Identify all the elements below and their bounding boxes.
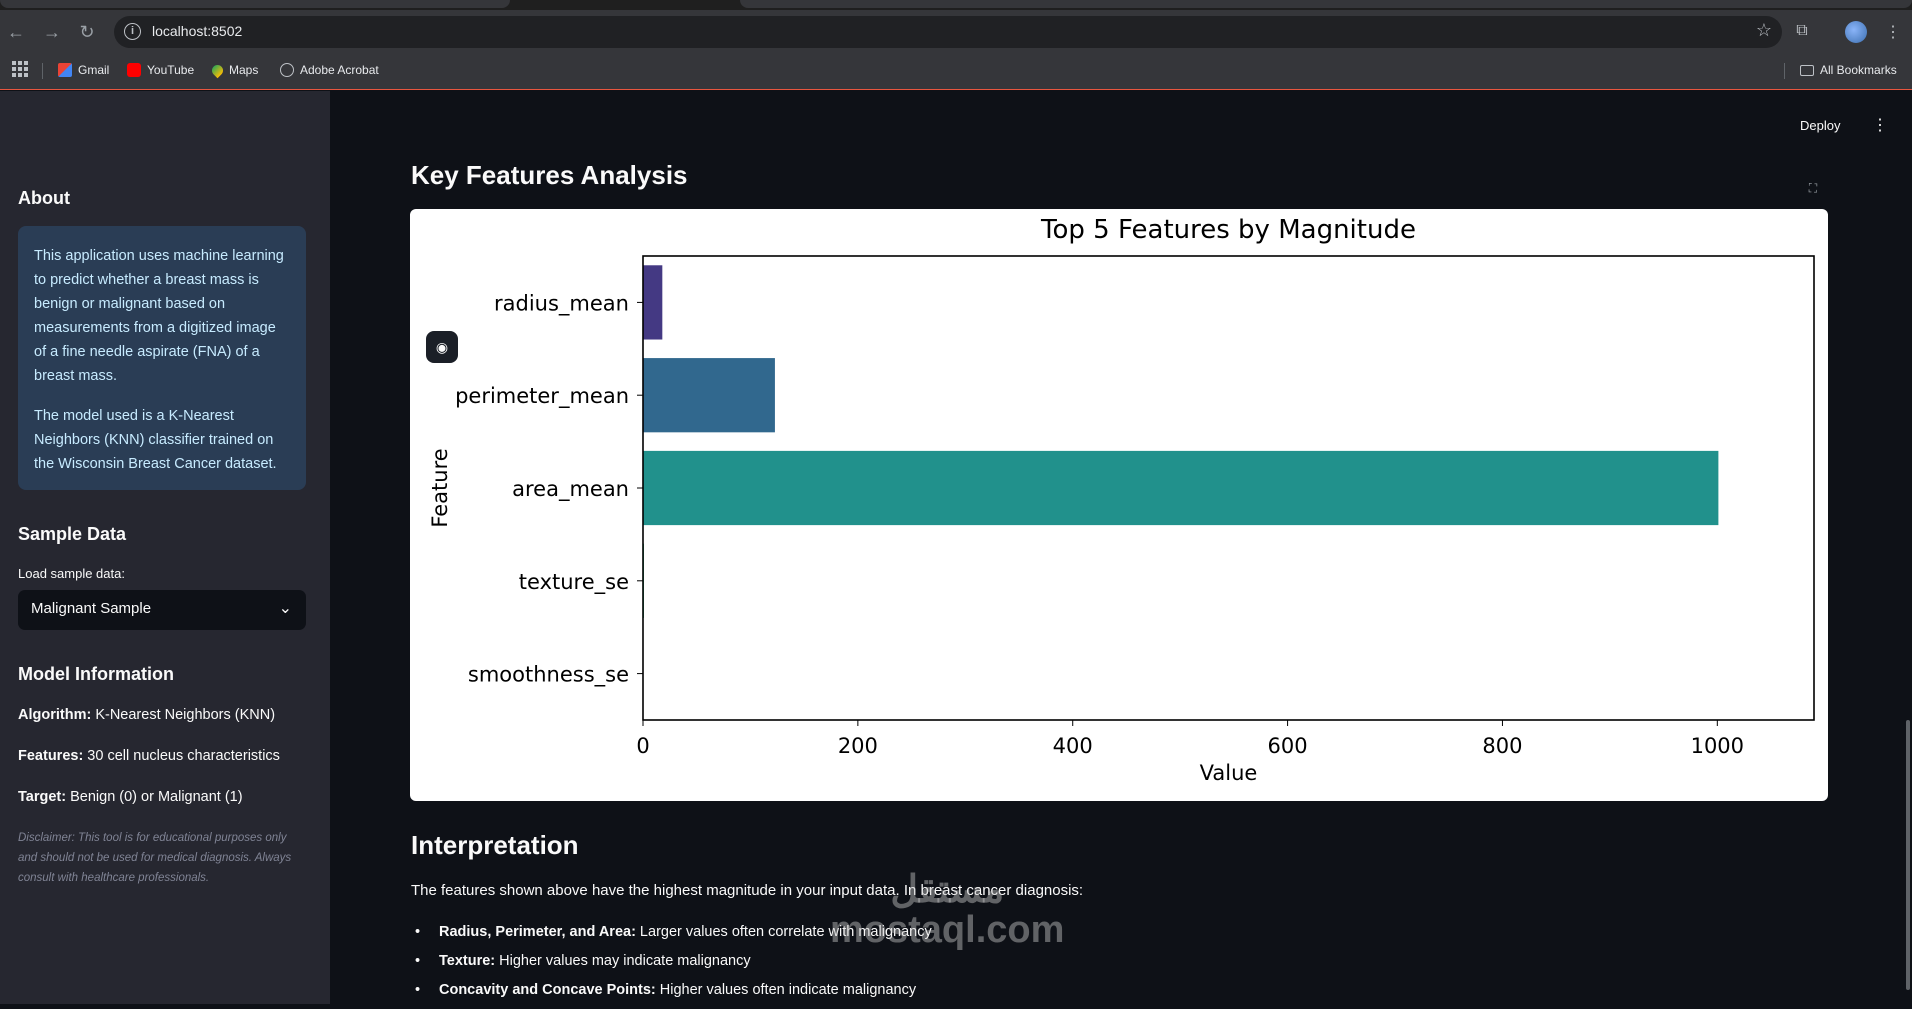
app-menu-icon[interactable]: ⋮ <box>1872 115 1888 135</box>
bar-chart: Top 5 Features by Magnitude radius_meanpe… <box>410 209 1828 801</box>
bookmark-star-icon[interactable]: ☆ <box>1756 20 1772 41</box>
key-features-heading: Key Features Analysis <box>411 160 688 191</box>
maps-pin-icon <box>210 62 226 78</box>
about-paragraph-1: This application uses machine learning t… <box>34 244 290 388</box>
chart-card: Top 5 Features by Magnitude radius_meanpe… <box>410 209 1828 801</box>
x-tick-label: 800 <box>1482 734 1522 758</box>
address-bar[interactable]: i localhost:8502 ☆ <box>114 16 1782 48</box>
y-tick-label: perimeter_mean <box>455 384 629 409</box>
interpretation-heading: Interpretation <box>411 830 579 861</box>
y-tick-label: smoothness_se <box>468 663 629 688</box>
bookmark-label: Gmail <box>78 63 109 77</box>
y-tick-label: texture_se <box>519 570 629 595</box>
tab-right[interactable] <box>740 0 1912 8</box>
features-label: Features: <box>18 748 83 764</box>
profile-avatar[interactable] <box>1845 21 1867 43</box>
list-item: Concavity and Concave Points: Higher val… <box>411 980 932 1009</box>
algorithm-label: Algorithm: <box>18 707 91 723</box>
folder-icon <box>1800 65 1814 76</box>
y-tick-label: area_mean <box>512 477 629 502</box>
bookmark-gmail[interactable]: Gmail <box>58 61 109 79</box>
bar-radius-mean <box>643 265 662 339</box>
about-paragraph-2: The model used is a K-Nearest Neighbors … <box>34 404 290 476</box>
back-icon[interactable]: ← <box>4 20 28 44</box>
sample-data-label: Load sample data: <box>18 566 125 581</box>
target-value: Benign (0) or Malignant (1) <box>66 789 243 805</box>
bar-area-mean <box>643 451 1718 525</box>
bookmarks-divider-right <box>1784 63 1785 79</box>
bullet-text: Higher values may indicate malignancy <box>495 953 751 969</box>
reload-icon[interactable]: ↻ <box>75 20 99 44</box>
tab-strip <box>0 0 1912 10</box>
x-tick-label: 200 <box>838 734 878 758</box>
watermark-arabic: مستقل <box>830 870 1064 910</box>
all-bookmarks-label: All Bookmarks <box>1820 63 1897 77</box>
sidebar: About This application uses machine lear… <box>0 91 330 1004</box>
about-heading: About <box>18 188 70 209</box>
x-tick-label: 1000 <box>1691 734 1744 758</box>
bullet-label: Concavity and Concave Points: <box>439 982 656 998</box>
watermark: مستقل mostaql.com <box>830 870 1064 950</box>
chevron-down-icon: ⌄ <box>279 598 292 618</box>
disclaimer-text: Disclaimer: This tool is for educational… <box>18 828 308 888</box>
extensions-icon[interactable]: ⧉ <box>1792 21 1812 41</box>
sample-data-heading: Sample Data <box>18 524 126 545</box>
sample-data-value: Malignant Sample <box>31 600 151 617</box>
target-info: Target: Benign (0) or Malignant (1) <box>18 789 243 805</box>
watermark-domain: mostaql.com <box>830 910 1064 950</box>
youtube-icon <box>127 63 141 77</box>
x-tick-label: 0 <box>636 734 649 758</box>
model-info-heading: Model Information <box>18 664 174 685</box>
bookmark-label: Maps <box>229 63 258 77</box>
x-tick-label: 400 <box>1053 734 1093 758</box>
algorithm-value: K-Nearest Neighbors (KNN) <box>91 707 275 723</box>
target-label: Target: <box>18 789 66 805</box>
bullet-label: Radius, Perimeter, and Area: <box>439 924 636 940</box>
y-tick-label: radius_mean <box>494 291 629 316</box>
fullscreen-icon[interactable]: ⛶ <box>1806 181 1820 195</box>
bullet-label: Texture: <box>439 953 495 969</box>
browser-menu-icon[interactable]: ⋮ <box>1885 22 1901 42</box>
bullet-text: Higher values often indicate malignancy <box>656 982 916 998</box>
tab-left[interactable] <box>0 0 510 8</box>
y-axis-label: Feature <box>428 448 452 527</box>
gmail-icon <box>58 63 72 77</box>
site-info-icon[interactable]: i <box>124 23 141 40</box>
x-axis-label: Value <box>1200 761 1258 785</box>
algorithm-info: Algorithm: K-Nearest Neighbors (KNN) <box>18 707 275 723</box>
brain-icon[interactable]: ◉ <box>426 331 458 363</box>
scrollbar[interactable] <box>1906 720 1910 990</box>
bar-perimeter-mean <box>643 358 775 432</box>
sample-data-select[interactable]: Malignant Sample ⌄ <box>18 590 306 630</box>
bookmarks-divider <box>42 63 43 79</box>
browser-toolbar: ← → ↻ i localhost:8502 ☆ ⧉ ⋮ <box>0 10 1912 54</box>
features-value: 30 cell nucleus characteristics <box>83 748 280 764</box>
x-tick-label: 600 <box>1268 734 1308 758</box>
about-info-box: This application uses machine learning t… <box>18 226 306 490</box>
features-info: Features: 30 cell nucleus characteristic… <box>18 748 280 764</box>
chart-title: Top 5 Features by Magnitude <box>1040 215 1416 245</box>
bookmark-label: YouTube <box>147 63 194 77</box>
bookmark-youtube[interactable]: YouTube <box>127 61 194 79</box>
deploy-button[interactable]: Deploy <box>1800 118 1840 133</box>
list-item: Texture: Higher values may indicate mali… <box>411 951 932 980</box>
globe-icon <box>280 63 294 77</box>
bookmark-maps[interactable]: Maps <box>212 61 258 79</box>
bookmark-adobe-acrobat[interactable]: Adobe Acrobat <box>280 61 379 79</box>
all-bookmarks[interactable]: All Bookmarks <box>1800 61 1897 79</box>
apps-grid-icon[interactable] <box>12 61 28 77</box>
forward-icon[interactable]: → <box>40 20 64 44</box>
url-text: localhost:8502 <box>152 23 242 39</box>
bookmark-label: Adobe Acrobat <box>300 63 379 77</box>
